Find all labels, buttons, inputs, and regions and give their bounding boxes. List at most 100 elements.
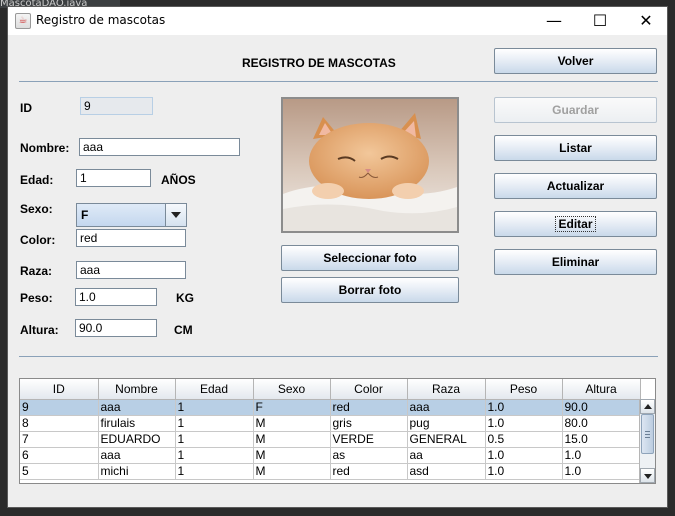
table-cell[interactable]: 1.0 [485,447,563,464]
table-cell[interactable]: 1.0 [562,447,641,464]
table-cell[interactable]: 1 [175,415,254,432]
table-cell[interactable]: as [330,447,408,464]
table-cell[interactable]: 0.5 [485,431,563,448]
java-cup-icon: ☕ [15,13,31,29]
table-cell[interactable]: M [253,463,331,480]
table-cell[interactable]: asd [407,463,486,480]
table-cell[interactable]: 1.0 [562,463,641,480]
nombre-label: Nombre: [20,141,70,155]
table-header-row: ID Nombre Edad Sexo Color Raza Peso Altu… [20,379,641,400]
table-cell[interactable]: VERDE [330,431,408,448]
table-cell[interactable]: red [330,463,408,480]
table-cell[interactable]: aaa [98,399,176,416]
column-header-color[interactable]: Color [330,379,408,400]
table-cell[interactable]: 1 [175,447,254,464]
nombre-field[interactable]: aaa [79,138,240,156]
table-cell[interactable]: 1 [175,463,254,480]
close-button[interactable]: ✕ [623,7,669,35]
table-row[interactable]: 5 michi 1 M red asd 1.0 1.0 [20,463,641,480]
select-photo-button[interactable]: Seleccionar foto [281,245,459,271]
scroll-up-icon[interactable] [640,399,655,414]
table-row[interactable]: 8 firulais 1 M gris pug 1.0 80.0 [20,415,641,432]
table-cell[interactable]: 8 [20,415,99,432]
table-cell[interactable]: aaa [98,447,176,464]
sexo-selected-value: F [81,208,89,222]
top-separator [19,81,658,82]
maximize-button[interactable]: ☐ [577,7,623,35]
color-label: Color: [20,233,56,247]
table-cell[interactable]: 5 [20,463,99,480]
editar-button[interactable]: Editar [494,211,657,237]
main-panel: REGISTRO DE MASCOTAS ID 9 Nombre: aaa Ed… [8,35,667,509]
column-header-id[interactable]: ID [20,379,99,400]
column-header-altura[interactable]: Altura [562,379,641,400]
table-cell[interactable]: firulais [98,415,176,432]
table-cell[interactable]: EDUARDO [98,431,176,448]
eliminar-button[interactable]: Eliminar [494,249,657,275]
table-cell[interactable]: aaa [407,399,486,416]
table-cell[interactable]: M [253,415,331,432]
table-cell[interactable]: red [330,399,408,416]
pet-photo [281,97,459,233]
edad-field[interactable]: 1 [76,169,151,187]
table-row[interactable]: 6 aaa 1 M as aa 1.0 1.0 [20,447,641,464]
table-cell[interactable]: 90.0 [562,399,641,416]
delete-photo-button[interactable]: Borrar foto [281,277,459,303]
column-header-peso[interactable]: Peso [485,379,563,400]
table-row[interactable]: 7 EDUARDO 1 M VERDE GENERAL 0.5 15.0 [20,431,641,448]
window-title: Registro de mascotas [36,13,166,27]
id-field: 9 [80,97,153,115]
editar-label: Editar [555,216,596,232]
table-cell[interactable]: aa [407,447,486,464]
table-vertical-scrollbar[interactable] [639,399,655,483]
table-cell[interactable]: GENERAL [407,431,486,448]
scroll-down-icon[interactable] [640,468,655,483]
table-cell[interactable]: 80.0 [562,415,641,432]
id-label: ID [20,101,32,115]
table-row[interactable]: 9 aaa 1 F red aaa 1.0 90.0 [20,399,641,416]
sexo-combobox[interactable]: F [76,203,187,227]
table-cell[interactable]: pug [407,415,486,432]
volver-button[interactable]: Volver [494,48,657,74]
raza-label: Raza: [20,264,53,278]
pets-table[interactable]: ID Nombre Edad Sexo Color Raza Peso Altu… [19,378,656,484]
table-cell[interactable]: michi [98,463,176,480]
sexo-label: Sexo: [20,202,53,216]
peso-label: Peso: [20,291,53,305]
table-cell[interactable]: M [253,447,331,464]
table-cell[interactable]: 7 [20,431,99,448]
kitten-image [283,99,457,231]
table-cell[interactable]: 1.0 [485,463,563,480]
app-window: ☕ Registro de mascotas — ☐ ✕ REGISTRO DE… [7,6,668,508]
edad-unit: AÑOS [161,173,196,187]
peso-unit: KG [176,291,194,305]
raza-field[interactable]: aaa [76,261,186,279]
altura-unit: CM [174,323,193,337]
table-cell[interactable]: 1.0 [485,399,563,416]
column-header-edad[interactable]: Edad [175,379,254,400]
column-header-sexo[interactable]: Sexo [253,379,331,400]
guardar-button[interactable]: Guardar [494,97,657,123]
page-title: REGISTRO DE MASCOTAS [242,56,396,70]
table-cell[interactable]: 9 [20,399,99,416]
bottom-separator [19,356,658,357]
table-cell[interactable]: 6 [20,447,99,464]
table-cell[interactable]: 1 [175,399,254,416]
table-cell[interactable]: M [253,431,331,448]
table-cell[interactable]: 1 [175,431,254,448]
table-cell[interactable]: 1.0 [485,415,563,432]
listar-button[interactable]: Listar [494,135,657,161]
scroll-thumb[interactable] [641,414,654,454]
altura-label: Altura: [20,323,59,337]
table-cell[interactable]: gris [330,415,408,432]
peso-field[interactable]: 1.0 [75,288,157,306]
altura-field[interactable]: 90.0 [75,319,157,337]
table-cell[interactable]: F [253,399,331,416]
table-cell[interactable]: 15.0 [562,431,641,448]
column-header-nombre[interactable]: Nombre [98,379,176,400]
color-field[interactable]: red [76,229,186,247]
minimize-button[interactable]: — [531,7,577,35]
column-header-raza[interactable]: Raza [407,379,486,400]
dropdown-arrow-icon[interactable] [165,204,186,226]
actualizar-button[interactable]: Actualizar [494,173,657,199]
